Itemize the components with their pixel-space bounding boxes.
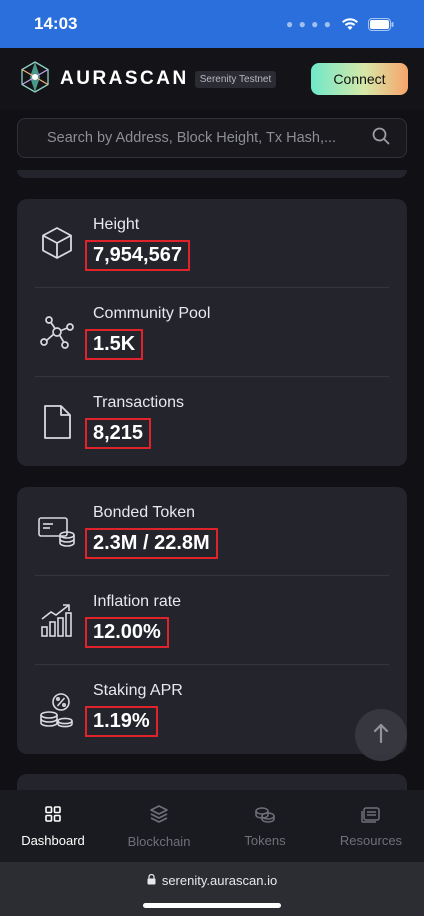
stat-label: Transactions [93,394,184,411]
browser-url-bar[interactable]: serenity.aurascan.io [0,862,424,916]
search-bar[interactable] [17,118,407,158]
search-icon[interactable] [372,127,390,150]
document-icon [37,402,77,442]
coins-icon [254,805,276,823]
stat-value: 7,954,567 [85,239,190,271]
dashboard-grid-icon [44,805,62,823]
previous-card-edge [17,170,407,178]
nav-label: Blockchain [127,833,191,849]
cellular-signal-icon: ● ● ● ● [286,17,332,31]
stat-row-transactions: Transactions 8,215 [35,377,389,466]
network-nodes-icon [37,312,77,352]
nav-item-tokens[interactable]: Tokens [212,790,318,862]
status-icons: ● ● ● ● [286,17,394,31]
status-time: 14:03 [34,14,78,33]
nav-label: Tokens [244,832,286,848]
stat-row-staking-apr: Staking APR 1.19% [35,665,389,754]
stat-row-height: Height 7,954,567 [35,199,389,288]
arrow-up-icon [373,723,389,748]
layers-icon [149,804,169,824]
next-card-edge [17,774,407,790]
aurascan-logo-icon[interactable] [18,60,52,99]
search-input[interactable] [47,130,372,146]
stat-label: Staking APR [93,682,183,699]
stat-value: 2.3M / 22.8M [85,527,218,559]
stat-label: Height [93,215,140,233]
bonded-token-icon [37,511,77,551]
stat-row-inflation-rate: Inflation rate 12.00% [35,576,389,665]
connect-button[interactable]: Connect [311,63,408,95]
main-content[interactable]: Height 7,954,567 Community Pool 1.5K Tra… [0,110,424,790]
cube-icon [37,223,77,263]
stat-value: 1.5K [85,328,144,360]
battery-icon [368,17,394,31]
stat-label: Community Pool [93,304,211,322]
resources-icon [361,805,381,823]
stat-label: Bonded Token [93,503,196,521]
nav-label: Dashboard [21,832,85,848]
app-header: AURASCAN Serenity Testnet Connect [0,48,424,110]
nav-item-resources[interactable]: Resources [318,790,424,862]
nav-label: Resources [339,832,403,848]
chain-stats-card: Height 7,954,567 Community Pool 1.5K Tra… [17,199,407,466]
status-bar: 14:03 ● ● ● ● [0,0,424,48]
coins-percent-icon [37,690,77,730]
stat-row-bonded-token: Bonded Token 2.3M / 22.8M [35,487,389,576]
url-text[interactable]: serenity.aurascan.io [162,873,277,888]
network-badge: Serenity Testnet [194,70,277,88]
stat-value: 12.00% [85,616,169,648]
stat-value: 8,215 [85,418,152,449]
nav-item-blockchain[interactable]: Blockchain [106,790,212,862]
bottom-nav: Dashboard Blockchain Tokens Resources [0,790,424,862]
stat-label: Inflation rate [93,592,182,610]
nav-item-dashboard[interactable]: Dashboard [0,790,106,862]
stat-value: 1.19% [85,706,158,737]
staking-stats-card: Bonded Token 2.3M / 22.8M Inflation rate… [17,487,407,754]
logo-text[interactable]: AURASCAN [60,68,189,90]
wifi-icon [341,17,359,31]
scroll-to-top-button[interactable] [355,709,407,761]
lock-icon [147,873,156,888]
home-indicator[interactable] [143,903,281,908]
stat-row-community-pool: Community Pool 1.5K [35,288,389,377]
growth-chart-icon [37,600,77,640]
